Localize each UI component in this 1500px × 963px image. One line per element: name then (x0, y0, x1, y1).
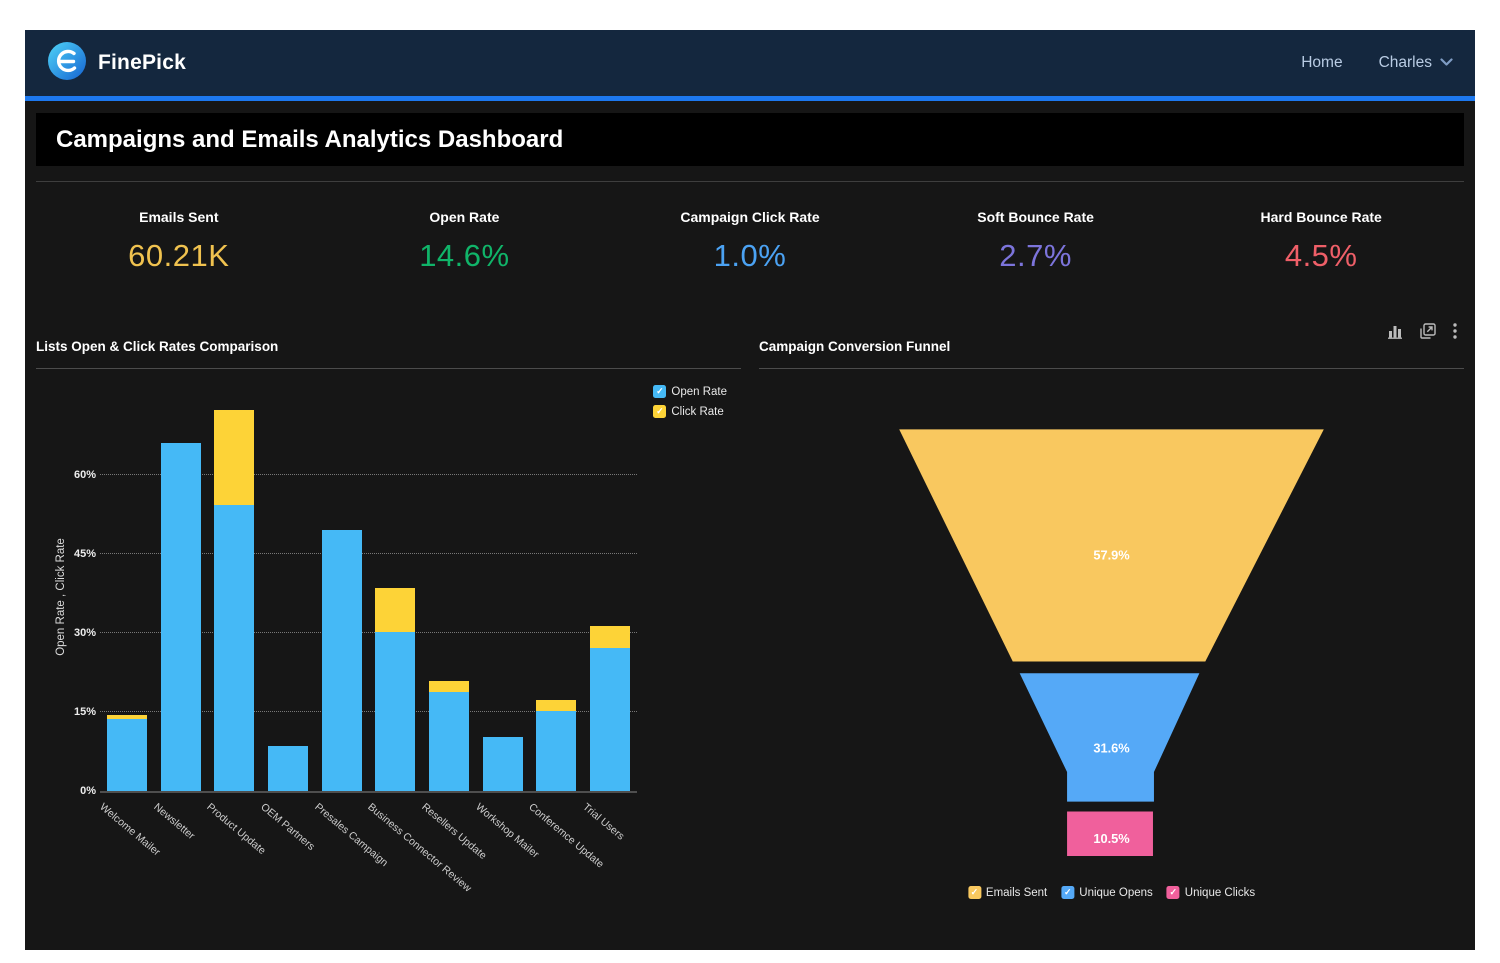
legend-checkbox[interactable]: ✓ (653, 385, 666, 398)
legend-label: Emails Sent (986, 887, 1047, 899)
legend-label: Open Rate (671, 386, 727, 398)
nav-link-home[interactable]: Home (1301, 54, 1342, 72)
kpi-label: Emails Sent (36, 209, 322, 225)
legend-item[interactable]: ✓ Emails Sent (968, 886, 1047, 899)
kpi-label: Soft Bounce Rate (893, 209, 1179, 225)
y-axis-title: Open Rate , Click Rate (55, 538, 67, 656)
kpi-card: Hard Bounce Rate 4.5% (1178, 209, 1464, 316)
funnel-title: Campaign Conversion Funnel (759, 339, 1464, 354)
legend-label: Unique Clicks (1185, 887, 1255, 899)
bar-chart-widget: Lists Open & Click Rates Comparison Open… (36, 316, 741, 925)
kpi-card: Emails Sent 60.21K (36, 209, 322, 316)
bar-segment-open-rate[interactable] (107, 719, 147, 791)
user-menu[interactable]: Charles (1379, 54, 1453, 72)
bar-segment-open-rate[interactable] (536, 711, 576, 791)
legend-item[interactable]: ✓ Unique Opens (1061, 886, 1153, 899)
kpi-card: Open Rate 14.6% (322, 209, 608, 316)
funnel-widget: Campaign Conversion Funnel (759, 316, 1464, 925)
legend-item[interactable]: ✓ Open Rate (653, 385, 727, 398)
bar-segment-open-rate[interactable] (214, 505, 254, 791)
x-axis-label: Trial Users (580, 801, 626, 843)
kebab-menu-icon[interactable] (1452, 322, 1458, 340)
bar-segment-open-rate[interactable] (590, 648, 630, 791)
legend-item[interactable]: ✓ Click Rate (653, 405, 727, 418)
widget-toolbar (1386, 322, 1458, 340)
bar-chart-title: Lists Open & Click Rates Comparison (36, 339, 741, 354)
funnel-stage[interactable] (899, 429, 1324, 661)
legend-item[interactable]: ✓ Unique Clicks (1167, 886, 1255, 899)
legend-label: Unique Opens (1079, 887, 1153, 899)
page-background: FinePick Home Charles Campaigns and Emai… (0, 0, 1500, 963)
bar-chart-header: Lists Open & Click Rates Comparison (36, 316, 741, 369)
dashboard: Campaigns and Emails Analytics Dashboard… (25, 101, 1475, 950)
kpi-value: 14.6% (322, 238, 608, 274)
kpi-value: 60.21K (36, 238, 322, 274)
bar-segment-click-rate[interactable] (590, 626, 630, 648)
legend-label: Click Rate (671, 406, 723, 418)
bar-segment-open-rate[interactable] (483, 737, 523, 791)
app-window: FinePick Home Charles Campaigns and Emai… (25, 30, 1475, 950)
legend-checkbox[interactable]: ✓ (1061, 886, 1074, 899)
brand[interactable]: FinePick (47, 41, 186, 86)
charts-row: Lists Open & Click Rates Comparison Open… (36, 316, 1464, 925)
funnel-legend: ✓ Emails Sent ✓ Unique Opens ✓ Unique Clicks (968, 886, 1255, 899)
open-in-new-icon[interactable] (1419, 322, 1437, 340)
x-axis-label: OEM Partners (258, 801, 317, 853)
x-axis-label: Business Connector Review (366, 801, 474, 895)
y-tick-label: 60% (70, 469, 96, 481)
top-navbar: FinePick Home Charles (25, 30, 1475, 96)
kpi-value: 2.7% (893, 238, 1179, 274)
x-axis-label: Newsletter (151, 801, 197, 842)
y-tick-label: 0% (70, 785, 96, 797)
funnel-stage[interactable] (1020, 673, 1200, 801)
kpi-value: 4.5% (1178, 238, 1464, 274)
bar-plot-area: 0%15%30%45%60%Welcome MailerNewsletterPr… (100, 403, 637, 793)
kpi-card: Campaign Click Rate 1.0% (607, 209, 893, 316)
kpi-card: Soft Bounce Rate 2.7% (893, 209, 1179, 316)
kpi-row: Emails Sent60.21KOpen Rate14.6%Campaign … (36, 182, 1464, 316)
nav-right: Home Charles (1301, 54, 1453, 72)
legend-checkbox[interactable]: ✓ (1167, 886, 1180, 899)
kpi-value: 1.0% (607, 238, 893, 274)
legend-checkbox[interactable]: ✓ (968, 886, 981, 899)
bar-segment-click-rate[interactable] (429, 681, 469, 693)
user-name: Charles (1379, 54, 1432, 72)
bar-segment-open-rate[interactable] (161, 443, 201, 791)
funnel-stage-label: 10.5% (1093, 831, 1130, 846)
legend-checkbox[interactable]: ✓ (653, 405, 666, 418)
bar-segment-open-rate[interactable] (375, 632, 415, 791)
bar-chart-body: Open Rate , Click Rate 0%15%30%45%60%Wel… (36, 369, 741, 925)
funnel-body: 57.9% 31.6% 10.5% ✓ Emails Sent ✓ Unique Open… (759, 369, 1464, 925)
bar-chart-legend: ✓ Open Rate ✓ Click Rate (653, 385, 727, 418)
funnel-header: Campaign Conversion Funnel (759, 316, 1464, 369)
bar-segment-open-rate[interactable] (268, 746, 308, 791)
bar-segment-click-rate[interactable] (375, 588, 415, 633)
finepick-logo-icon (47, 41, 87, 86)
bar-segment-open-rate[interactable] (429, 692, 469, 791)
chevron-down-icon (1440, 54, 1453, 72)
bar-segment-click-rate[interactable] (107, 715, 147, 719)
bar-segment-click-rate[interactable] (214, 410, 254, 505)
kpi-label: Campaign Click Rate (607, 209, 893, 225)
y-tick-label: 45% (70, 548, 96, 560)
kpi-label: Hard Bounce Rate (1178, 209, 1464, 225)
bar-chart-icon[interactable] (1386, 322, 1404, 340)
bar-segment-open-rate[interactable] (322, 530, 362, 791)
title-band: Campaigns and Emails Analytics Dashboard (36, 113, 1464, 166)
funnel-canvas: 57.9% 31.6% 10.5% (759, 369, 1464, 869)
page-title: Campaigns and Emails Analytics Dashboard (56, 126, 563, 154)
funnel-stage-label: 57.9% (1093, 548, 1130, 563)
brand-name: FinePick (98, 51, 186, 75)
kpi-label: Open Rate (322, 209, 608, 225)
y-tick-label: 15% (70, 706, 96, 718)
y-tick-label: 30% (70, 627, 96, 639)
funnel-stage-label: 31.6% (1093, 740, 1130, 755)
bar-segment-click-rate[interactable] (536, 700, 576, 711)
